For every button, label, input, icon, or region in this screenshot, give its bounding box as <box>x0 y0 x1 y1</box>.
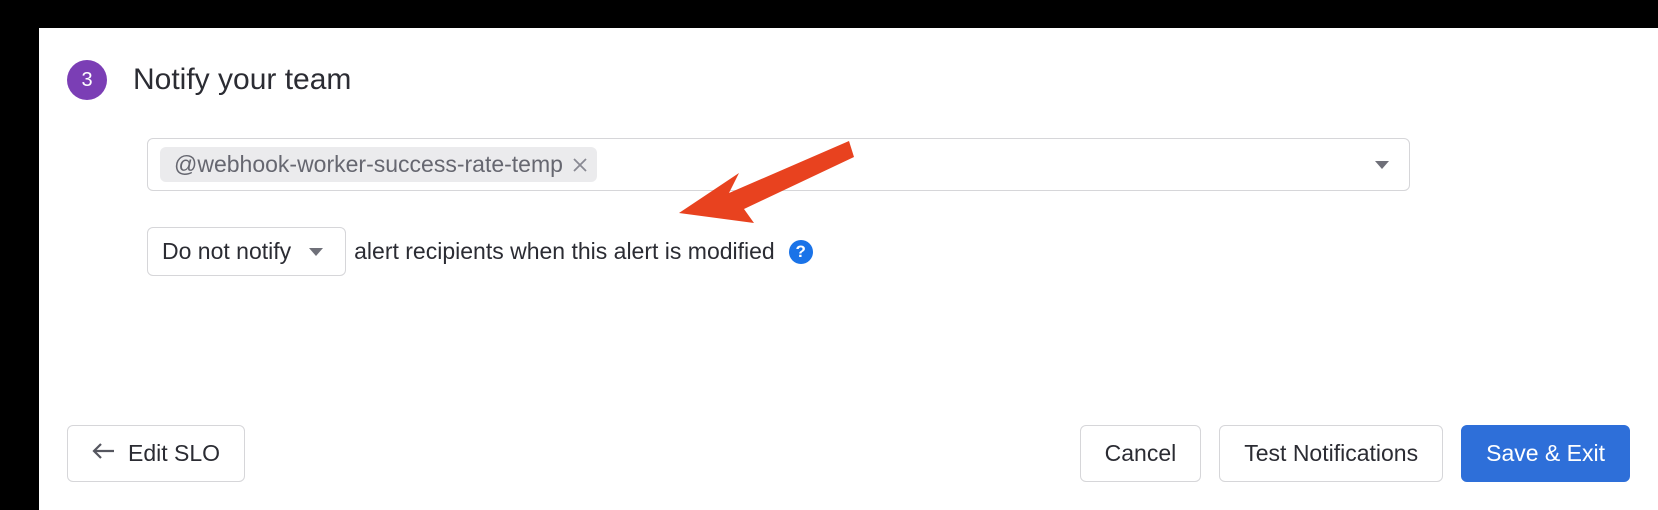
test-notifications-button[interactable]: Test Notifications <box>1219 425 1443 482</box>
notify-select-value: Do not notify <box>162 238 291 265</box>
step-number-badge: 3 <box>67 60 107 100</box>
footer-right: Cancel Test Notifications Save & Exit <box>1080 425 1630 482</box>
close-icon <box>573 158 587 172</box>
recipient-tag-text: @webhook-worker-success-rate-temp <box>174 151 563 178</box>
recipient-tag: @webhook-worker-success-rate-temp <box>160 147 597 182</box>
test-notifications-label: Test Notifications <box>1244 440 1418 467</box>
notify-modified-row: Do not notify alert recipients when this… <box>147 227 1410 276</box>
page-container: 3 Notify your team @webhook-worker-succe… <box>39 28 1658 510</box>
edit-slo-label: Edit SLO <box>128 440 220 467</box>
footer-bar: Edit SLO Cancel Test Notifications Save … <box>67 425 1630 482</box>
save-exit-label: Save & Exit <box>1486 440 1605 467</box>
save-exit-button[interactable]: Save & Exit <box>1461 425 1630 482</box>
content-area: @webhook-worker-success-rate-temp Do not… <box>67 138 1630 276</box>
notify-description: alert recipients when this alert is modi… <box>354 238 775 265</box>
help-icon[interactable]: ? <box>789 240 813 264</box>
edit-slo-button[interactable]: Edit SLO <box>67 425 245 482</box>
cancel-button[interactable]: Cancel <box>1080 425 1202 482</box>
cancel-label: Cancel <box>1105 440 1177 467</box>
step-header: 3 Notify your team <box>67 60 1630 100</box>
recipient-input[interactable]: @webhook-worker-success-rate-temp <box>147 138 1410 191</box>
step-title: Notify your team <box>133 63 351 97</box>
notify-select[interactable]: Do not notify <box>147 227 346 276</box>
remove-tag-icon[interactable] <box>573 158 587 172</box>
chevron-down-icon <box>309 244 331 260</box>
arrow-left-icon <box>92 442 116 465</box>
chevron-down-icon[interactable] <box>1375 157 1397 173</box>
step-number: 3 <box>81 69 92 92</box>
